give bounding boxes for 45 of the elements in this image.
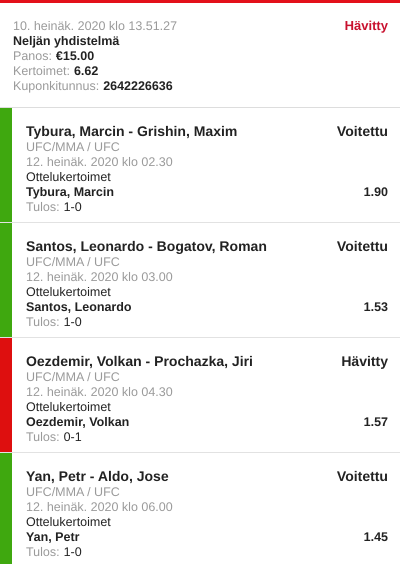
- detail-value: 6.62: [74, 64, 98, 79]
- detail-label: Kertoimet:: [13, 64, 70, 79]
- leg-status: Voitettu: [336, 467, 388, 485]
- result-label: Tulos:: [26, 200, 60, 215]
- market-name: Ottelukertoimet: [26, 285, 112, 300]
- detail-value: 2642226636: [103, 79, 173, 94]
- leg-category: UFC/MMA / UFC: [26, 255, 121, 270]
- market-name: Ottelukertoimet: [26, 170, 112, 185]
- market-name: Ottelukertoimet: [26, 515, 112, 530]
- match-title: Tybura, Marcin - Grishin, Maxim: [26, 122, 238, 140]
- match-title: Yan, Petr - Aldo, Jose: [26, 467, 169, 485]
- result-value: 0-1: [64, 430, 82, 445]
- result-value: 1-0: [64, 315, 82, 330]
- leg-category: UFC/MMA / UFC: [26, 370, 121, 385]
- pick-odds: 1.45: [364, 530, 388, 545]
- coupon-date: 10. heinäk. 2020 klo 13.51.27: [13, 19, 178, 34]
- leg-category: UFC/MMA / UFC: [26, 485, 121, 500]
- result-label: Tulos:: [26, 315, 60, 330]
- leg-status: Hävitty: [341, 352, 388, 370]
- result-label: Tulos:: [26, 545, 60, 560]
- detail-label: Kuponkitunnus:: [13, 79, 100, 94]
- pick-odds: 1.90: [364, 185, 388, 200]
- detail-label: Panos:: [13, 49, 52, 64]
- leg-category: UFC/MMA / UFC: [26, 140, 121, 155]
- leg-time: 12. heinäk. 2020 klo 06.00: [26, 500, 174, 515]
- pick-odds: 1.57: [364, 415, 388, 430]
- pick-name: Tybura, Marcin: [26, 185, 114, 200]
- market-name: Ottelukertoimet: [26, 400, 112, 415]
- result-value: 1-0: [64, 200, 82, 215]
- leg-status: Voitettu: [336, 237, 388, 255]
- result-value: 1-0: [64, 545, 82, 560]
- leg-time: 12. heinäk. 2020 klo 04.30: [26, 385, 174, 400]
- coupon-type: Neljän yhdistelmä: [13, 34, 120, 49]
- match-title: Oezdemir, Volkan - Prochazka, Jiri: [26, 352, 253, 370]
- match-title: Santos, Leonardo - Bogatov, Roman: [26, 237, 267, 255]
- pick-odds: 1.53: [364, 300, 388, 315]
- leg-time: 12. heinäk. 2020 klo 02.30: [26, 155, 174, 170]
- result-label: Tulos:: [26, 430, 60, 445]
- pick-name: Oezdemir, Volkan: [26, 415, 130, 430]
- leg-status: Voitettu: [336, 122, 388, 140]
- pick-name: Santos, Leonardo: [26, 300, 132, 315]
- detail-value: €15.00: [56, 49, 94, 64]
- leg-time: 12. heinäk. 2020 klo 03.00: [26, 270, 174, 285]
- coupon-status: Hävitty: [344, 19, 388, 33]
- pick-name: Yan, Petr: [26, 530, 80, 545]
